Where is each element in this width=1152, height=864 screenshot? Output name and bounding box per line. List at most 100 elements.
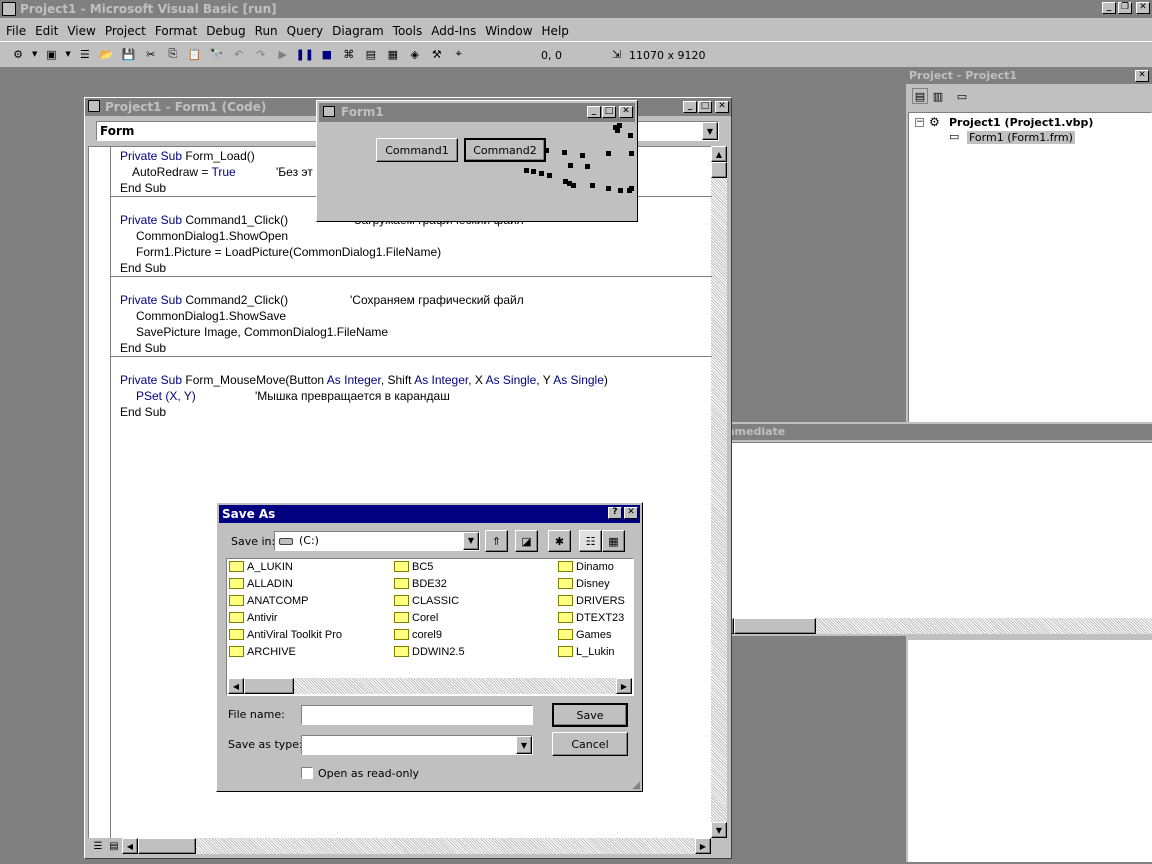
folder-item[interactable]: ARCHIVE: [229, 645, 296, 658]
save-as-type-dropdown-button[interactable]: ▼: [516, 736, 532, 754]
code-line-12: Private Sub Form_MouseMove(Button As Int…: [120, 373, 608, 387]
code-maximize-button[interactable]: □: [698, 101, 712, 113]
folder-item[interactable]: CLASSIC: [394, 594, 459, 607]
collapse-icon[interactable]: −: [915, 118, 924, 127]
add-form-icon[interactable]: ▣: [43, 46, 59, 62]
folder-item[interactable]: Dinamo: [558, 560, 614, 573]
restore-button[interactable]: ❐: [1118, 2, 1132, 14]
desktop-button[interactable]: ◪: [515, 530, 538, 552]
save-button[interactable]: Save: [552, 703, 628, 727]
folder-item[interactable]: Antivir: [229, 611, 278, 624]
list-view-button[interactable]: ☷: [579, 530, 602, 552]
help-button[interactable]: ?: [608, 507, 622, 519]
folder-item[interactable]: AntiViral Toolkit Pro: [229, 628, 342, 641]
menu-editor-icon[interactable]: ☰: [77, 46, 93, 62]
code-line-6: Form1.Picture = LoadPicture(CommonDialog…: [136, 245, 442, 259]
object-combo[interactable]: Form: [96, 121, 318, 141]
details-view-button[interactable]: ▦: [602, 530, 625, 552]
code-close-button[interactable]: ✕: [715, 101, 729, 113]
find-icon[interactable]: 🔭: [209, 46, 225, 62]
project-root-node[interactable]: Project1 (Project1.vbp): [949, 116, 1093, 129]
scroll-down-button[interactable]: ▼: [711, 822, 727, 838]
code-comment-13: 'Мышка превращается в карандаш: [255, 389, 450, 403]
menu-query[interactable]: Query: [287, 24, 323, 38]
end-icon[interactable]: ■: [319, 46, 335, 62]
folder-item[interactable]: Corel: [394, 611, 438, 624]
code-line-5: CommonDialog1.ShowOpen: [136, 229, 289, 243]
project-explorer-icon[interactable]: ⌘: [341, 46, 357, 62]
cancel-button[interactable]: Cancel: [552, 732, 628, 756]
save-as-close-button[interactable]: ✕: [624, 507, 638, 519]
menu-tools[interactable]: Tools: [393, 24, 423, 38]
properties-window-icon[interactable]: ▤: [363, 46, 379, 62]
menu-file[interactable]: File: [6, 24, 26, 38]
save-as-type-combo[interactable]: ▼: [301, 735, 533, 755]
folder-item[interactable]: DDWIN2.5: [394, 645, 465, 658]
add-project-icon[interactable]: ⚙: [10, 46, 26, 62]
code-minimize-button[interactable]: _: [683, 101, 697, 113]
folder-item[interactable]: DRIVERS: [558, 594, 625, 607]
toggle-folders-icon[interactable]: ▭: [954, 88, 970, 104]
new-folder-button[interactable]: ✱: [548, 530, 571, 552]
project-close-button[interactable]: ✕: [1135, 70, 1149, 82]
object-browser-icon[interactable]: ◈: [407, 46, 423, 62]
menu-bar: File Edit View Project Format Debug Run …: [0, 21, 1152, 41]
folder-item[interactable]: ANATCOMP: [229, 594, 309, 607]
menu-format[interactable]: Format: [155, 24, 197, 38]
view-object-icon[interactable]: ▥: [930, 88, 946, 104]
code-line-4: Private Sub Command1_Click(): [120, 213, 289, 227]
code-hscrollbar[interactable]: ◀ ▶: [122, 838, 711, 854]
menu-debug[interactable]: Debug: [206, 24, 245, 38]
menu-diagram[interactable]: Diagram: [332, 24, 384, 38]
folder-item[interactable]: BDE32: [394, 577, 447, 590]
paste-icon[interactable]: 📋: [187, 46, 203, 62]
procedure-combo[interactable]: ▼: [637, 121, 719, 141]
procedure-dropdown-button[interactable]: ▼: [702, 122, 718, 140]
code-vscrollbar[interactable]: ▲ ▼: [711, 146, 727, 838]
cut-icon[interactable]: ✂: [143, 46, 159, 62]
menu-window[interactable]: Window: [485, 24, 532, 38]
save-project-icon[interactable]: 💾: [121, 46, 137, 62]
copy-icon[interactable]: ⎘: [165, 46, 181, 62]
menu-edit[interactable]: Edit: [35, 24, 58, 38]
immediate-text-area[interactable]: [718, 442, 1152, 618]
toolbox-icon[interactable]: ⚒: [429, 46, 445, 62]
form-node[interactable]: Form1 (Form1.frm): [967, 131, 1075, 144]
menu-help[interactable]: Help: [542, 24, 569, 38]
immediate-hscrollbar[interactable]: ◀: [718, 618, 1152, 634]
open-project-icon[interactable]: 📂: [99, 46, 115, 62]
menu-run[interactable]: Run: [255, 24, 278, 38]
folder-item[interactable]: corel9: [394, 628, 442, 641]
pen-dot: [539, 171, 544, 176]
close-button[interactable]: ✕: [1136, 2, 1150, 14]
folder-item[interactable]: Disney: [558, 577, 610, 590]
view-code-icon[interactable]: ▤: [912, 88, 928, 104]
procedure-view-icon[interactable]: ☰: [90, 838, 106, 854]
folder-item[interactable]: DTEXT23: [558, 611, 624, 624]
break-icon[interactable]: ❚❚: [296, 46, 314, 62]
vscroll-thumb[interactable]: [711, 162, 727, 178]
form-layout-icon[interactable]: ▦: [385, 46, 401, 62]
undo-icon[interactable]: ↶: [231, 46, 247, 62]
code-window-icon: [88, 100, 100, 112]
menu-view[interactable]: View: [67, 24, 95, 38]
menu-project[interactable]: Project: [105, 24, 146, 38]
save-as-type-label: Save as type:: [228, 738, 303, 751]
save-in-combo[interactable]: (C:) ▼: [274, 531, 480, 551]
minimize-button[interactable]: _: [1102, 2, 1116, 14]
redo-icon[interactable]: ↷: [253, 46, 269, 62]
folder-item[interactable]: L_Lukin: [558, 645, 615, 658]
menu-add-ins[interactable]: Add-Ins: [431, 24, 476, 38]
full-module-view-icon[interactable]: ▤: [106, 838, 122, 854]
read-only-checkbox[interactable]: [301, 767, 313, 779]
folder-item[interactable]: Games: [558, 628, 611, 641]
start-icon[interactable]: ▶: [275, 46, 291, 62]
folder-item[interactable]: ALLADIN: [229, 577, 293, 590]
file-list-hscrollbar[interactable]: ◀ ▶: [228, 678, 632, 694]
save-in-dropdown-button[interactable]: ▼: [463, 532, 479, 550]
up-one-level-button[interactable]: ⇑: [485, 530, 508, 552]
folder-item[interactable]: A_LUKIN: [229, 560, 293, 573]
file-name-input[interactable]: [301, 705, 533, 725]
folder-item[interactable]: BC5: [394, 560, 433, 573]
scroll-up-button[interactable]: ▲: [711, 146, 727, 162]
